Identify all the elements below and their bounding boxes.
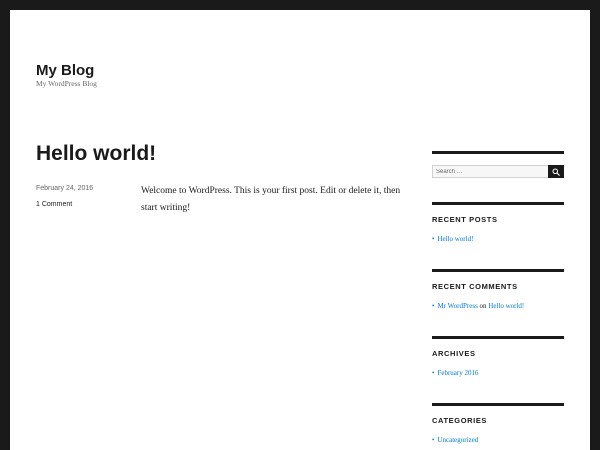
recent-posts-list: • Hello world! bbox=[432, 234, 473, 244]
comment-connector: on bbox=[479, 302, 487, 310]
search-widget bbox=[432, 151, 564, 194]
recent-comments-title: RECENT COMMENTS bbox=[432, 282, 518, 291]
post-meta: February 24, 2016 1 Comment bbox=[36, 184, 136, 216]
categories-list: • Uncategorized bbox=[432, 435, 478, 445]
category-link[interactable]: Uncategorized bbox=[437, 436, 478, 444]
bullet-icon: • bbox=[432, 436, 435, 444]
recent-posts-title: RECENT POSTS bbox=[432, 215, 498, 224]
post-comments-link[interactable]: 1 Comment bbox=[36, 200, 136, 210]
search-icon bbox=[552, 168, 560, 176]
archives-title: ARCHIVES bbox=[432, 349, 476, 358]
archives-list: • February 2016 bbox=[432, 368, 478, 378]
post-date-link[interactable]: February 24, 2016 bbox=[36, 184, 136, 194]
site-description: My WordPress Blog bbox=[36, 79, 97, 88]
post-title[interactable]: Hello world! bbox=[36, 141, 156, 167]
search-form bbox=[432, 165, 564, 178]
page-frame: My Blog My WordPress Blog Hello world! F… bbox=[10, 10, 590, 450]
recent-comments-list: • Mr WordPress on Hello world! bbox=[432, 301, 524, 311]
list-item: • Uncategorized bbox=[432, 435, 478, 445]
list-item: • Mr WordPress on Hello world! bbox=[432, 301, 524, 311]
recent-posts-widget: RECENT POSTS • Hello world! bbox=[432, 202, 564, 265]
comment-author-link[interactable]: Mr WordPress bbox=[437, 302, 477, 310]
archives-widget: ARCHIVES • February 2016 bbox=[432, 336, 564, 399]
recent-comments-widget: RECENT COMMENTS • Mr WordPress on Hello w… bbox=[432, 269, 564, 332]
search-button[interactable] bbox=[548, 165, 564, 178]
comment-post-link[interactable]: Hello world! bbox=[488, 302, 524, 310]
recent-post-link[interactable]: Hello world! bbox=[437, 235, 473, 243]
search-input[interactable] bbox=[432, 165, 548, 178]
bullet-icon: • bbox=[432, 302, 435, 310]
archive-link[interactable]: February 2016 bbox=[437, 369, 478, 377]
list-item: • Hello world! bbox=[432, 234, 473, 244]
post-content: Welcome to WordPress. This is your first… bbox=[141, 186, 401, 213]
list-item: • February 2016 bbox=[432, 368, 478, 378]
categories-widget: CATEGORIES • Uncategorized bbox=[432, 403, 564, 450]
site-title[interactable]: My Blog bbox=[36, 62, 94, 80]
bullet-icon: • bbox=[432, 235, 435, 243]
categories-title: CATEGORIES bbox=[432, 416, 488, 425]
bullet-icon: • bbox=[432, 369, 435, 377]
